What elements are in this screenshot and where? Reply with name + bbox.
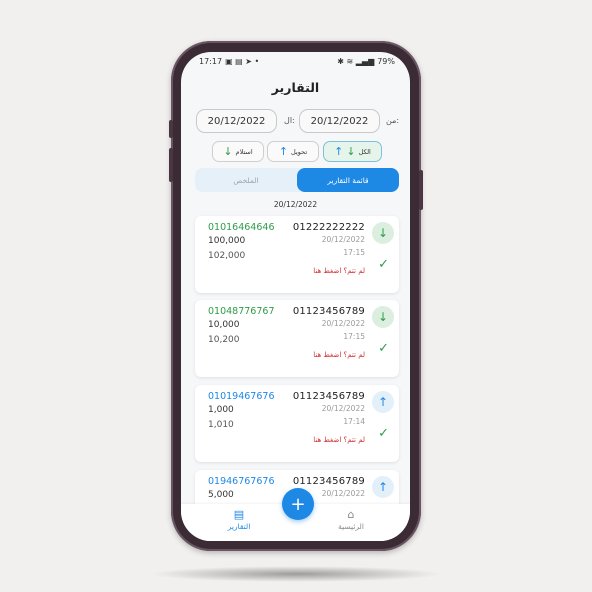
- amount-with-fee: 1,010: [208, 420, 234, 430]
- transaction-date: 20/12/2022: [321, 319, 365, 328]
- page-title: التقارير: [271, 80, 320, 95]
- not-completed-link[interactable]: لم تتم؟ اضغط هنا: [313, 351, 365, 359]
- nav-home[interactable]: ⌂ الرئيسية: [321, 508, 381, 531]
- from-label: من:: [386, 116, 400, 125]
- transaction-card[interactable]: 01019467676 1,000 1,010 01123456789 20/1…: [195, 385, 399, 462]
- nav-reports-label: التقارير: [227, 522, 251, 531]
- tab-summary[interactable]: الملخص: [195, 168, 297, 192]
- phone-side-button: [169, 148, 173, 182]
- arrow-down-icon: ↓: [372, 306, 394, 328]
- wallet-number: 01123456789: [292, 476, 365, 487]
- wallet-number: 01123456789: [292, 306, 365, 317]
- arrow-down-icon: ↓: [223, 145, 233, 158]
- transaction-date: 20/12/2022: [321, 489, 365, 498]
- tab-reports-list[interactable]: قائمة التقارير: [297, 168, 399, 192]
- counterparty-number: 01019467676: [208, 391, 275, 402]
- transaction-date: 20/12/2022: [321, 404, 365, 413]
- not-completed-link[interactable]: لم تتم؟ اضغط هنا: [313, 267, 365, 275]
- transaction-date: 20/12/2022: [321, 235, 365, 244]
- signal-icons: ✱ ≋ ▂▄▆: [337, 56, 375, 66]
- check-icon: ✓: [378, 426, 389, 441]
- chip-label: استلام: [235, 147, 253, 156]
- filter-chip-all[interactable]: ↑ ↓ الكل: [323, 141, 382, 162]
- filter-chip-transfer[interactable]: ↑ تحويل: [267, 141, 319, 162]
- counterparty-number: 01016464646: [208, 222, 275, 233]
- filter-chip-receive[interactable]: ↓ استلام: [212, 141, 264, 162]
- to-date-field[interactable]: 20/12/2022: [196, 109, 277, 133]
- transaction-card[interactable]: 01048776767 10,000 10,200 01123456789 20…: [195, 300, 399, 377]
- check-icon: ✓: [378, 257, 389, 272]
- phone-side-button: [169, 120, 173, 138]
- from-date-field[interactable]: 20/12/2022: [299, 109, 380, 133]
- add-button[interactable]: +: [282, 488, 314, 520]
- amount: 5,000: [208, 490, 234, 500]
- not-completed-link[interactable]: لم تتم؟ اضغط هنا: [313, 436, 365, 444]
- arrow-up-icon: ↑: [372, 391, 394, 413]
- arrow-up-icon: ↑: [372, 476, 394, 498]
- notification-icons: ▣ ▤ ➤ •: [225, 56, 260, 66]
- arrow-down-icon: ↓: [346, 145, 356, 158]
- counterparty-number: 01048776767: [208, 306, 275, 317]
- report-icon: ▤: [233, 508, 245, 521]
- battery-level: 79%: [377, 56, 395, 66]
- app-screen: 17:17 ▣ ▤ ➤ • ✱ ≋ ▂▄▆ 79% التقارير من: 20/…: [181, 52, 410, 541]
- arrow-up-icon: ↑: [334, 145, 344, 158]
- amount-with-fee: 102,000: [208, 251, 246, 261]
- home-icon: ⌂: [347, 508, 355, 521]
- amount: 100,000: [208, 236, 246, 246]
- wallet-number: 01222222222: [292, 222, 365, 233]
- list-date-header: 20/12/2022: [273, 200, 318, 209]
- transaction-time: 17:15: [343, 248, 365, 257]
- chip-label: الكل: [358, 147, 371, 156]
- tab-bar: الملخص قائمة التقارير: [195, 168, 399, 192]
- transaction-time: 17:15: [343, 332, 365, 341]
- status-time: 17:17: [199, 56, 223, 66]
- to-label: ال:: [284, 116, 295, 125]
- phone-side-button: [419, 170, 423, 210]
- amount: 10,000: [208, 320, 240, 330]
- phone-shadow: [150, 566, 442, 582]
- transaction-time: 17:14: [343, 417, 365, 426]
- amount: 1,000: [208, 405, 234, 415]
- counterparty-number: 01946767676: [208, 476, 275, 487]
- nav-reports[interactable]: ▤ التقارير: [209, 508, 269, 531]
- chip-label: تحويل: [291, 147, 308, 156]
- arrow-up-icon: ↑: [278, 145, 289, 158]
- amount-with-fee: 10,200: [208, 335, 240, 345]
- wallet-number: 01123456789: [292, 391, 365, 402]
- nav-home-label: الرئيسية: [338, 522, 364, 531]
- status-bar: 17:17 ▣ ▤ ➤ • ✱ ≋ ▂▄▆ 79%: [181, 52, 410, 70]
- transaction-card[interactable]: 01016464646 100,000 102,000 01222222222 …: [195, 216, 399, 293]
- arrow-down-icon: ↓: [372, 222, 394, 244]
- check-icon: ✓: [378, 341, 389, 356]
